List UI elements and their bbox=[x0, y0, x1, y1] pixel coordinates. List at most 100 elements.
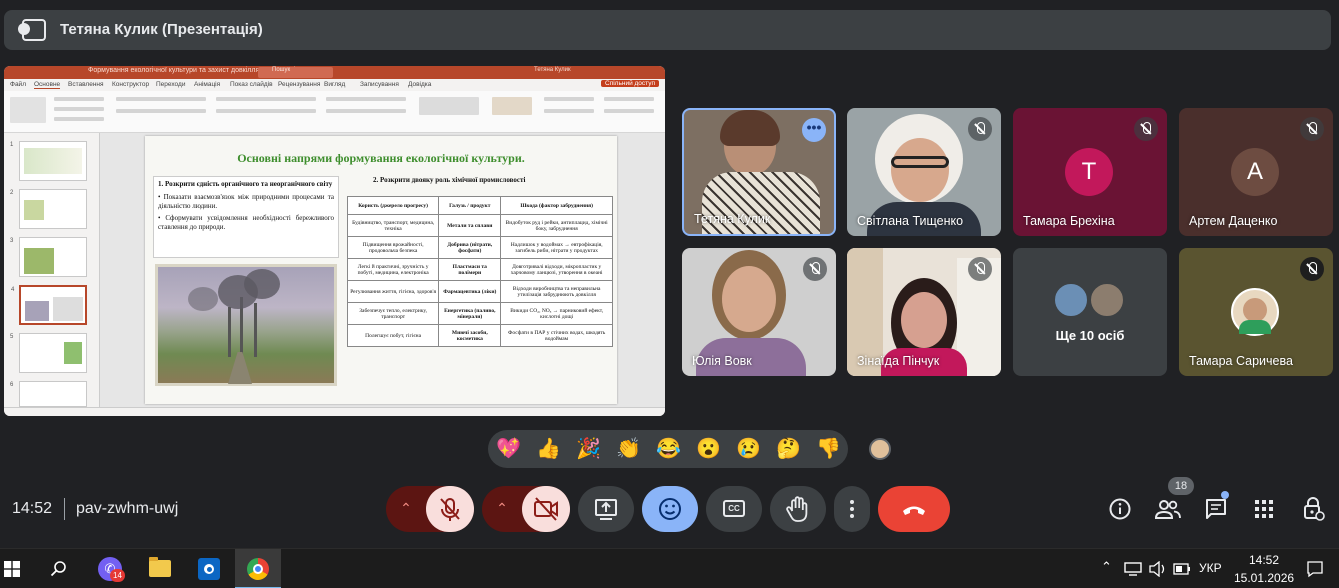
left-text-box: 1. Розкрити єдність органічного та неорг… bbox=[153, 176, 339, 258]
slide-thumb[interactable]: 5 bbox=[10, 333, 87, 373]
clock-time[interactable]: 14:52 bbox=[1236, 553, 1292, 567]
tab-design[interactable]: Конструктор bbox=[112, 81, 149, 88]
participant-name: Світлана Тищенко bbox=[857, 214, 964, 228]
participant-name: Юлія Вовк bbox=[692, 354, 752, 368]
chat-notification-dot bbox=[1221, 491, 1229, 499]
slide-title: Основні напрями формування екологічної к… bbox=[237, 151, 525, 165]
industry-table: Користь (джерело прогресу) Галузь / прод… bbox=[346, 196, 613, 347]
skin-tone-picker[interactable] bbox=[869, 438, 891, 460]
reaction-thinking[interactable]: 🤔 bbox=[776, 437, 801, 461]
participant-name: Тамара Брехіна bbox=[1023, 214, 1115, 228]
right-heading: 2. Розкрити двояку роль хімічної промисл… bbox=[373, 176, 526, 184]
people-icon[interactable] bbox=[1154, 497, 1182, 521]
mic-off-icon bbox=[968, 117, 992, 141]
reaction-surprised[interactable]: 😮 bbox=[696, 437, 721, 461]
more-participants-tile[interactable]: Ще 10 осіб bbox=[1013, 248, 1167, 376]
table-cell: Фармацевтика (ліки) bbox=[438, 280, 502, 303]
tab-review[interactable]: Рецензування bbox=[278, 81, 320, 88]
camera-off-icon bbox=[534, 497, 558, 521]
tab-slideshow[interactable]: Показ слайдів bbox=[230, 81, 273, 88]
more-options-button[interactable] bbox=[834, 486, 870, 532]
clock-date[interactable]: 15.01.2026 bbox=[1234, 571, 1294, 585]
participant-tile-tetiana[interactable]: ••• Тетяна Кулик bbox=[682, 108, 836, 236]
table-row: Забезпечує тепло, електрику, транспорт Ен… bbox=[346, 302, 613, 325]
left-heading: 1. Розкрити єдність органічного та неорг… bbox=[158, 180, 333, 188]
table-cell: Надлишок у водоймах → евтрофікація, заги… bbox=[500, 236, 613, 259]
ribbon-tabs: Файл Основне Вставлення Конструктор Пере… bbox=[4, 79, 665, 91]
search-box[interactable]: Пошук bbox=[258, 67, 333, 78]
participant-tile-svitlana[interactable]: Світлана Тищенко bbox=[847, 108, 1001, 236]
share-button[interactable]: Спільний доступ bbox=[601, 80, 659, 87]
info-icon[interactable] bbox=[1108, 497, 1132, 521]
table-cell: Видобуток руд і рейки, антиплацид, хіміч… bbox=[500, 214, 613, 237]
meeting-time: 14:52 bbox=[12, 500, 53, 517]
shared-screen[interactable]: Формування екологічної культури та захис… bbox=[4, 66, 665, 416]
mic-options-chevron-icon[interactable]: ⌃ bbox=[386, 486, 426, 532]
host-controls-lock-icon[interactable] bbox=[1300, 496, 1326, 522]
tab-view[interactable]: Вигляд bbox=[324, 81, 345, 88]
leave-call-button[interactable] bbox=[878, 486, 950, 532]
tab-home[interactable]: Основне bbox=[34, 81, 61, 89]
table-cell: Легкі й практичні, зручність у побуті, м… bbox=[346, 258, 440, 281]
chat-icon[interactable] bbox=[1204, 497, 1228, 521]
participant-name: Артем Даценко bbox=[1189, 214, 1278, 228]
tab-file[interactable]: Файл bbox=[10, 81, 26, 88]
present-button[interactable] bbox=[578, 486, 634, 532]
emoji-icon bbox=[659, 498, 681, 520]
participant-tile-artem[interactable]: А Артем Даценко bbox=[1179, 108, 1333, 236]
participant-tile-zinaida[interactable]: Зінаїда Пінчук bbox=[847, 248, 1001, 376]
current-slide[interactable]: Основні напрями формування екологічної к… bbox=[145, 136, 617, 404]
mic-toggle-button[interactable] bbox=[426, 486, 474, 532]
reaction-thumbs-down[interactable]: 👎 bbox=[816, 437, 841, 461]
chrome-taskbar-item[interactable] bbox=[235, 549, 281, 588]
network-icon[interactable] bbox=[1124, 562, 1142, 576]
presentation-icon bbox=[18, 19, 46, 41]
slide-thumb[interactable]: 6 bbox=[10, 381, 87, 407]
camera-toggle-button[interactable] bbox=[522, 486, 570, 532]
more-participants-label: Ще 10 осіб bbox=[1055, 328, 1125, 343]
avatar: Т bbox=[1065, 148, 1113, 196]
tab-animations[interactable]: Анімація bbox=[194, 81, 220, 88]
participant-tile-yulia[interactable]: Юлія Вовк bbox=[682, 248, 836, 376]
mic-control-group: ⌃ bbox=[386, 486, 474, 532]
tab-recording[interactable]: Записування bbox=[360, 81, 399, 88]
captions-button[interactable]: CC bbox=[706, 486, 762, 532]
table-header: Користь (джерело прогресу) bbox=[346, 196, 440, 215]
participant-tile-tamara-b[interactable]: Т Тамара Брехіна bbox=[1013, 108, 1167, 236]
battery-icon[interactable] bbox=[1173, 563, 1191, 575]
slide-thumb[interactable]: 1 bbox=[10, 141, 87, 181]
file-explorer-icon[interactable] bbox=[149, 557, 171, 577]
table-cell: Відходи виробництва та неправильна утилі… bbox=[500, 280, 613, 303]
participant-tile-tamara-s[interactable]: Тамара Саричева bbox=[1179, 248, 1333, 376]
language-indicator[interactable]: УКР bbox=[1199, 561, 1222, 575]
table-cell: Миючі засоби, косметика bbox=[438, 324, 502, 347]
tray-expand-icon[interactable]: ⌃ bbox=[1101, 559, 1112, 575]
activities-grid-icon[interactable] bbox=[1253, 498, 1275, 520]
windows-start-icon[interactable] bbox=[4, 561, 20, 577]
more-options-icon[interactable]: ••• bbox=[802, 118, 826, 142]
reaction-heart[interactable]: 💖 bbox=[496, 437, 521, 461]
camera-options-chevron-icon[interactable]: ⌃ bbox=[482, 486, 522, 532]
notifications-icon[interactable] bbox=[1306, 560, 1324, 578]
table-row: Підвищення врожайності, продовольча безп… bbox=[346, 236, 613, 259]
slide-thumb-selected[interactable]: 4 bbox=[11, 285, 87, 325]
present-screen-icon bbox=[595, 499, 617, 520]
emoji-button[interactable] bbox=[642, 486, 698, 532]
reaction-clap[interactable]: 👏 bbox=[616, 437, 641, 461]
people-count-badge: 18 bbox=[1168, 477, 1194, 495]
table-cell: Метали та сплави bbox=[438, 214, 502, 237]
volume-icon[interactable] bbox=[1149, 561, 1167, 577]
reaction-laugh[interactable]: 😂 bbox=[656, 437, 681, 461]
tab-transitions[interactable]: Переходи bbox=[156, 81, 185, 88]
tab-insert[interactable]: Вставлення bbox=[68, 81, 104, 88]
reaction-party[interactable]: 🎉 bbox=[576, 437, 601, 461]
tab-help[interactable]: Довідка bbox=[408, 81, 431, 88]
reaction-thumbs-up[interactable]: 👍 bbox=[536, 437, 561, 461]
search-icon[interactable] bbox=[50, 560, 68, 578]
user-name: Тетяна Кулик bbox=[534, 67, 571, 73]
slide-thumb[interactable]: 2 bbox=[10, 189, 87, 229]
raise-hand-button[interactable] bbox=[770, 486, 826, 532]
reaction-sad[interactable]: 😢 bbox=[736, 437, 761, 461]
slide-thumb[interactable]: 3 bbox=[10, 237, 87, 277]
camera-app-icon[interactable] bbox=[198, 558, 220, 580]
